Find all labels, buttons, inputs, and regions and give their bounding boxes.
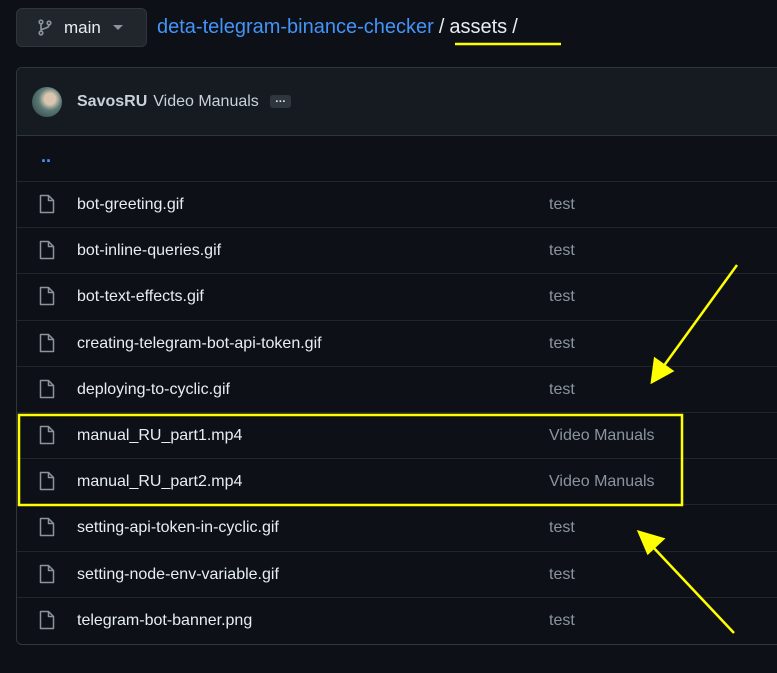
file-icon [39, 517, 55, 542]
file-commit-message[interactable]: test [549, 381, 575, 399]
commit-expand-button[interactable]: … [269, 94, 291, 108]
file-commit-message[interactable]: test [549, 612, 575, 630]
breadcrumb-separator: / [512, 16, 518, 38]
file-row[interactable]: deploying-to-cyclic.gif test [17, 367, 777, 413]
file-row[interactable]: manual_RU_part1.mp4 Video Manuals [17, 413, 777, 460]
file-commit-message[interactable]: test [549, 196, 575, 214]
file-row[interactable]: bot-inline-queries.gif test [17, 228, 777, 275]
file-row[interactable]: bot-greeting.gif test [17, 182, 777, 229]
file-row[interactable]: telegram-bot-banner.png test [17, 598, 777, 644]
file-icon [39, 333, 55, 358]
commit-message[interactable]: Video Manuals [153, 93, 259, 111]
file-name-link[interactable]: manual_RU_part2.mp4 [77, 473, 242, 491]
avatar[interactable] [32, 86, 62, 117]
file-name-link[interactable]: manual_RU_part1.mp4 [77, 427, 242, 445]
branch-selector-button[interactable]: main [16, 8, 147, 47]
parent-directory-link[interactable]: .. [41, 146, 51, 167]
file-row[interactable]: creating-telegram-bot-api-token.gif test [17, 321, 777, 367]
file-name-link[interactable]: bot-inline-queries.gif [77, 242, 221, 260]
file-icon [39, 286, 55, 311]
file-commit-message[interactable]: test [549, 566, 575, 584]
file-name-link[interactable]: telegram-bot-banner.png [77, 612, 252, 630]
file-row[interactable]: setting-node-env-variable.gif test [17, 552, 777, 598]
file-commit-message[interactable]: test [549, 335, 575, 353]
file-name-link[interactable]: setting-api-token-in-cyclic.gif [77, 519, 279, 537]
breadcrumb-current-folder: assets [449, 16, 508, 38]
file-commit-message[interactable]: test [549, 242, 575, 260]
file-commit-message[interactable]: Video Manuals [549, 473, 655, 491]
breadcrumb-separator: / [438, 16, 445, 38]
file-icon [39, 471, 55, 496]
file-icon [39, 610, 55, 635]
file-row[interactable]: manual_RU_part2.mp4 Video Manuals [17, 459, 777, 506]
git-branch-icon [38, 19, 52, 36]
file-list: SavosRU Video Manuals … .. bot-greeting.… [16, 67, 777, 645]
chevron-down-icon [112, 25, 123, 30]
file-icon [39, 425, 55, 450]
file-commit-message[interactable]: Video Manuals [549, 427, 655, 445]
parent-directory-row[interactable]: .. [17, 136, 777, 182]
file-name-link[interactable]: bot-text-effects.gif [77, 288, 204, 306]
file-name-link[interactable]: deploying-to-cyclic.gif [77, 381, 230, 399]
file-commit-message[interactable]: test [549, 519, 575, 537]
latest-commit-bar: SavosRU Video Manuals … [17, 68, 777, 136]
file-row[interactable]: setting-api-token-in-cyclic.gif test [17, 505, 777, 552]
file-name-link[interactable]: bot-greeting.gif [77, 196, 184, 214]
file-name-link[interactable]: setting-node-env-variable.gif [77, 566, 279, 584]
breadcrumb: deta-telegram-binance-checker / assets / [157, 16, 523, 39]
branch-name: main [64, 17, 101, 37]
commit-author[interactable]: SavosRU [77, 93, 147, 111]
file-icon [39, 379, 55, 404]
file-row[interactable]: bot-text-effects.gif test [17, 274, 777, 321]
file-icon [39, 194, 55, 219]
file-commit-message[interactable]: test [549, 288, 575, 306]
file-icon [39, 564, 55, 589]
file-icon [39, 240, 55, 265]
file-name-link[interactable]: creating-telegram-bot-api-token.gif [77, 335, 322, 353]
breadcrumb-repo-link[interactable]: deta-telegram-binance-checker [157, 16, 434, 38]
